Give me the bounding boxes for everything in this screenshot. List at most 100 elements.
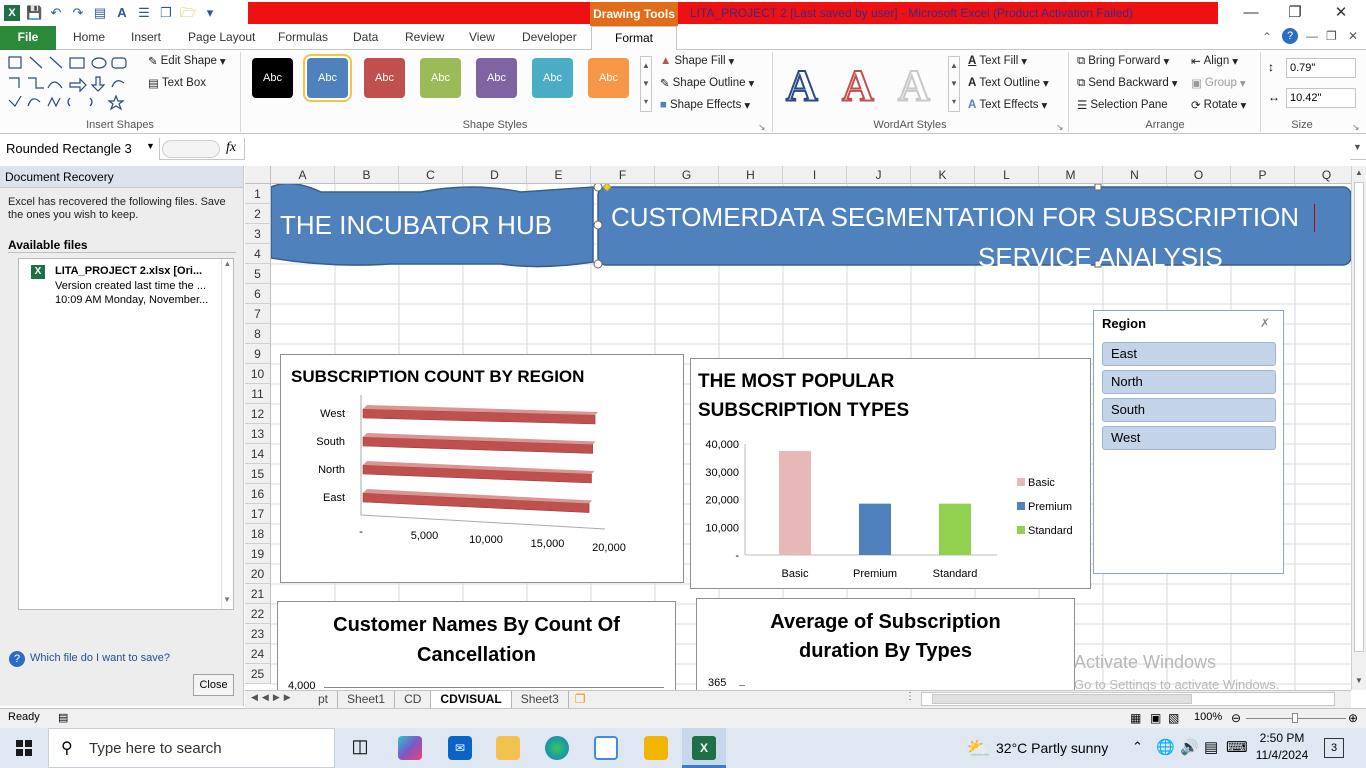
slicer-item-south[interactable]: South	[1102, 398, 1276, 422]
column-header[interactable]: A	[271, 166, 335, 184]
shape-style-red[interactable]: Abc	[364, 58, 405, 98]
restore-button[interactable]: ❐	[1272, 0, 1318, 26]
tab-developer[interactable]: Developer	[522, 30, 577, 44]
dialog-launcher-icon[interactable]: ↘	[1352, 122, 1360, 133]
form-icon[interactable]: ▤	[92, 5, 108, 21]
row-header[interactable]: 2	[245, 204, 271, 224]
workbook-restore-icon[interactable]: ❐	[1326, 29, 1337, 43]
battery-icon[interactable]: ▤	[1204, 738, 1218, 756]
close-window-button[interactable]: ✕	[1318, 0, 1364, 26]
slicer-item-north[interactable]: North	[1102, 370, 1276, 394]
shape-style-green[interactable]: Abc	[420, 58, 461, 98]
bring-forward-button[interactable]: ⧉ Bring Forward ▾	[1077, 54, 1169, 69]
chart-subscription-by-region[interactable]: SUBSCRIPTION COUNT BY REGION West South No…	[280, 354, 684, 583]
insert-function-icon[interactable]: fx	[226, 140, 236, 156]
notifications-button[interactable]: 3	[1324, 738, 1344, 758]
h-scroll-thumb[interactable]	[932, 694, 1192, 704]
horizontal-scrollbar[interactable]	[921, 692, 1335, 706]
tab-insert[interactable]: Insert	[131, 30, 161, 44]
formula-input[interactable]	[244, 138, 1350, 160]
redo-icon[interactable]: ↷	[70, 5, 86, 21]
banner-subtitle-line2[interactable]: SERVICE ANALYSIS	[978, 242, 1223, 266]
task-view-icon[interactable]: ◫	[348, 736, 372, 760]
slicer-item-east[interactable]: East	[1102, 342, 1276, 366]
row-header[interactable]: 20	[245, 564, 271, 584]
row-header[interactable]: 19	[245, 544, 271, 564]
shape-styles-scroll[interactable]: ▲ ▼ ▾	[640, 56, 652, 112]
rotate-button[interactable]: ⟳ Rotate ▾	[1191, 98, 1246, 112]
wordart-style-outline-gray[interactable]: A	[897, 61, 931, 111]
sheet-tab-pt[interactable]: pt	[309, 691, 339, 708]
shape-style-teal[interactable]: Abc	[532, 58, 573, 98]
sheet-tab-sheet1[interactable]: Sheet1	[338, 691, 396, 708]
zoom-out-icon[interactable]: ⊖	[1231, 711, 1241, 725]
row-header[interactable]: 22	[245, 604, 271, 624]
region-slicer[interactable]: Region ✗ East North South West	[1093, 310, 1284, 574]
power-bi-icon[interactable]	[644, 736, 668, 760]
shape-style-purple[interactable]: Abc	[476, 58, 517, 98]
edit-shape-button[interactable]: ✎ Edit Shape ▾	[148, 54, 226, 68]
workbook-close-icon[interactable]: ✕	[1348, 29, 1358, 43]
wordart-scroll[interactable]: ▲ ▼ ▾	[948, 56, 960, 112]
volume-icon[interactable]: 🔊	[1180, 738, 1199, 756]
tab-formulas[interactable]: Formulas	[278, 30, 328, 44]
workbook-minimize-icon[interactable]: —	[1306, 29, 1318, 43]
zoom-slider-thumb[interactable]	[1292, 713, 1298, 723]
row-header[interactable]: 12	[245, 404, 271, 424]
send-backward-button[interactable]: ⧉ Send Backward ▾	[1077, 76, 1178, 91]
column-header[interactable]: J	[847, 166, 911, 184]
group-button[interactable]: ▣ Group ▾	[1191, 76, 1246, 90]
column-header[interactable]: P	[1231, 166, 1295, 184]
normal-view-icon[interactable]: ▦	[1130, 711, 1141, 725]
scroll-thumb[interactable]	[1354, 182, 1364, 652]
sheet-tab-sheet3[interactable]: Sheet3	[512, 691, 569, 708]
bar-standard[interactable]	[939, 503, 971, 555]
shape-effects-button[interactable]: ■ Shape Effects ▾	[660, 98, 750, 112]
row-header[interactable]: 21	[245, 584, 271, 604]
shape-fill-button[interactable]: ▲ Shape Fill ▾	[660, 54, 734, 68]
tab-split-handle[interactable]: ⋮	[905, 691, 919, 707]
chart-popular-subscription-types[interactable]: THE MOST POPULAR SUBSCRIPTION TYPES -10,…	[690, 358, 1091, 589]
shape-style-blue[interactable]: Abc	[303, 54, 352, 102]
vertical-scrollbar[interactable]: ▲ ▼	[1351, 166, 1366, 690]
font-size-icon[interactable]: A	[114, 5, 130, 21]
clock-time[interactable]: 2:50 PM	[1252, 731, 1312, 745]
row-header[interactable]: 7	[245, 304, 271, 324]
tab-file[interactable]: File	[0, 26, 56, 50]
mail-icon[interactable]: ✉	[448, 736, 472, 760]
shape-width-input[interactable]: 10.42"	[1286, 88, 1356, 108]
bar-premium[interactable]	[859, 503, 891, 555]
row-header[interactable]: 8	[245, 324, 271, 344]
save-icon[interactable]: 💾	[26, 5, 42, 21]
row-header[interactable]: 23	[245, 624, 271, 644]
row-header[interactable]: 17	[245, 504, 271, 524]
row-header[interactable]: 6	[245, 284, 271, 304]
collapse-ribbon-icon[interactable]: ⌃	[1262, 30, 1272, 44]
text-outline-button[interactable]: A Text Outline ▾	[968, 76, 1049, 90]
row-header[interactable]: 24	[245, 644, 271, 664]
open-icon[interactable]: 🗁	[180, 5, 196, 21]
row-header[interactable]: 9	[245, 344, 271, 364]
windows-start-icon[interactable]	[16, 740, 32, 756]
column-header[interactable]: E	[527, 166, 591, 184]
slicer-item-west[interactable]: West	[1102, 426, 1276, 450]
row-header[interactable]: 15	[245, 464, 271, 484]
column-header[interactable]: Q	[1295, 166, 1351, 184]
clock-date[interactable]: 11/4/2024	[1252, 748, 1312, 762]
column-header[interactable]: H	[719, 166, 783, 184]
select-all-corner[interactable]	[245, 166, 271, 184]
sheet-tab-cd[interactable]: CD	[395, 691, 432, 708]
column-header[interactable]: C	[399, 166, 463, 184]
sheet-nav-arrows-icon[interactable]: ◀◀▶▶	[251, 692, 295, 703]
shape-outline-button[interactable]: ✎ Shape Outline ▾	[660, 76, 754, 90]
tab-page-layout[interactable]: Page Layout	[188, 30, 255, 44]
weather-text[interactable]: 32°C Partly sunny	[996, 740, 1108, 756]
dialog-launcher-icon[interactable]: ↘	[758, 122, 766, 133]
help-icon[interactable]: ?	[1282, 28, 1298, 44]
banner-subtitle-line1[interactable]: CUSTOMERDATA SEGMENTATION FOR SUBSCRIPTI…	[611, 202, 1299, 233]
clear-filter-icon[interactable]: ✗	[1260, 316, 1270, 330]
edge-browser-icon[interactable]	[545, 736, 569, 760]
worksheet-grid[interactable]: A B C D E F G H I J K L M N O P Q 1 2 3 4 5 6 7 8 9 10 11 12 13 14 15 16…	[245, 166, 1351, 690]
row-header[interactable]: 25	[245, 664, 271, 684]
copilot-icon[interactable]	[398, 736, 422, 760]
